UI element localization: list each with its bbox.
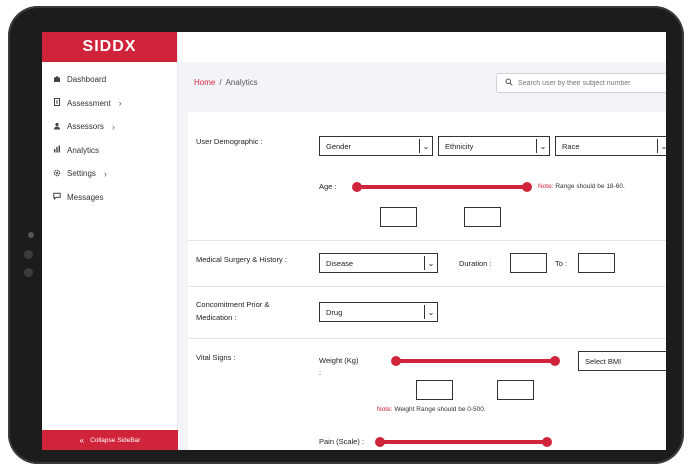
weight-slider-max-handle[interactable] — [550, 356, 560, 366]
chevron-down-icon: ⌄ — [419, 139, 432, 153]
note-text: Range should be 18-60. — [555, 183, 625, 190]
age-slider-min-handle[interactable] — [352, 182, 362, 192]
pain-slider-min-handle[interactable] — [375, 437, 385, 447]
sidebar-item-assessors[interactable]: Assessors › — [42, 115, 177, 139]
pain-slider-max-handle[interactable] — [542, 437, 552, 447]
section-divider — [188, 240, 666, 241]
disease-select-value: Disease — [326, 258, 354, 268]
assessment-icon — [52, 98, 62, 108]
duration-to-label: To : — [555, 259, 568, 268]
dashboard-icon — [52, 75, 62, 85]
side-button-1 — [24, 250, 33, 259]
side-button-2 — [24, 268, 33, 277]
medical-history-label: Medical Surgery & History : — [196, 255, 287, 264]
duration-to-input[interactable] — [578, 253, 615, 273]
double-chevron-left-icon: « — [79, 435, 85, 445]
note-text: Weight Range should be 0-500. — [394, 406, 486, 413]
sidebar: SIDDX Dashboard Assessment › Assessors ›… — [42, 32, 178, 450]
sidebar-item-label: Dashboard — [67, 75, 107, 85]
ethnicity-select[interactable]: Ethnicity ⌄ — [438, 136, 550, 156]
sidebar-item-label: Assessors — [67, 122, 104, 132]
app-logo: SIDDX — [42, 32, 177, 62]
search-icon — [505, 78, 513, 88]
vital-signs-label: Vital Signs : — [196, 353, 236, 362]
collapse-sidebar-label: Collapse SideBar — [90, 436, 141, 444]
weight-label: Weight (Kg) — [319, 356, 359, 365]
sidebar-item-label: Analytics — [67, 145, 100, 155]
sidebar-item-messages[interactable]: Messages — [42, 186, 177, 210]
chevron-down-icon: ⌄ — [657, 139, 666, 153]
sidebar-nav: Dashboard Assessment › Assessors › Analy… — [42, 62, 177, 209]
pain-range-slider[interactable] — [379, 440, 547, 444]
chevron-down-icon: ⌄ — [536, 139, 549, 153]
gender-select-value: Gender — [326, 141, 352, 151]
bmi-select-value: Select BMI — [585, 356, 622, 366]
disease-select[interactable]: Disease ⌄ — [319, 253, 438, 273]
sidebar-item-settings[interactable]: Settings › — [42, 162, 177, 186]
age-range-slider[interactable] — [356, 185, 528, 189]
sidebar-item-dashboard[interactable]: Dashboard — [42, 68, 177, 92]
section-divider — [188, 338, 666, 339]
app-screen: SIDDX Dashboard Assessment › Assessors ›… — [42, 32, 666, 450]
note-prefix: Note: — [377, 406, 393, 413]
settings-icon — [52, 169, 62, 179]
weight-range-slider[interactable] — [395, 359, 555, 363]
sidebar-item-assessment[interactable]: Assessment › — [42, 92, 177, 116]
main-area: Home / Analytics User Demographic : Gend… — [178, 32, 666, 450]
breadcrumb-home-link[interactable]: Home — [194, 78, 215, 87]
search-input[interactable] — [518, 79, 658, 87]
weight-range-note: Note: Weight Range should be 0-500. — [377, 406, 486, 413]
sidebar-item-label: Settings — [67, 169, 96, 179]
race-select-value: Race — [562, 141, 580, 151]
tablet-frame: SIDDX Dashboard Assessment › Assessors ›… — [8, 6, 684, 464]
top-bar — [178, 32, 666, 62]
drug-select[interactable]: Drug ⌄ — [319, 302, 438, 322]
concomitment-label-line1: Concomitment Prior & — [196, 300, 270, 309]
bmi-select[interactable]: Select BMI — [578, 351, 666, 371]
user-demographic-label: User Demographic : — [196, 137, 263, 146]
weight-min-input[interactable] — [416, 380, 453, 400]
messages-icon — [52, 192, 62, 202]
assessors-icon — [52, 122, 62, 132]
analytics-filter-form: User Demographic : Gender ⌄ Ethnicity ⌄ … — [188, 112, 666, 450]
sidebar-item-analytics[interactable]: Analytics — [42, 139, 177, 163]
camera-dot — [28, 232, 34, 238]
chevron-right-icon: › — [111, 121, 115, 132]
concomitment-label-line2: Medication : — [196, 313, 237, 322]
weight-slider-min-handle[interactable] — [391, 356, 401, 366]
sidebar-item-label: Messages — [67, 192, 104, 202]
breadcrumb-current: Analytics — [225, 77, 258, 87]
drug-select-value: Drug — [326, 307, 343, 317]
search-box[interactable] — [496, 73, 666, 93]
sidebar-item-label: Assessment — [67, 98, 111, 108]
race-select[interactable]: Race ⌄ — [555, 136, 666, 156]
age-min-input[interactable] — [380, 207, 417, 227]
ethnicity-select-value: Ethnicity — [445, 141, 474, 151]
age-label: Age : — [319, 182, 337, 191]
chevron-right-icon: › — [118, 98, 122, 109]
age-range-note: Note: Range should be 18-60. — [538, 183, 625, 190]
weight-max-input[interactable] — [497, 380, 534, 400]
age-slider-max-handle[interactable] — [522, 182, 532, 192]
chevron-down-icon: ⌄ — [424, 305, 437, 319]
chevron-right-icon: › — [103, 168, 107, 179]
duration-label: Duration : — [459, 259, 492, 268]
note-prefix: Note: — [538, 183, 554, 190]
analytics-icon — [52, 145, 62, 155]
pain-scale-label: Pain (Scale) : — [319, 437, 365, 446]
age-max-input[interactable] — [464, 207, 501, 227]
gender-select[interactable]: Gender ⌄ — [319, 136, 433, 156]
chevron-down-icon: ⌄ — [424, 256, 437, 270]
weight-label-colon: : — [319, 368, 322, 377]
section-divider — [188, 286, 666, 287]
collapse-sidebar-button[interactable]: « Collapse SideBar — [42, 430, 178, 450]
duration-from-input[interactable] — [510, 253, 547, 273]
breadcrumb-separator: / — [219, 77, 222, 87]
